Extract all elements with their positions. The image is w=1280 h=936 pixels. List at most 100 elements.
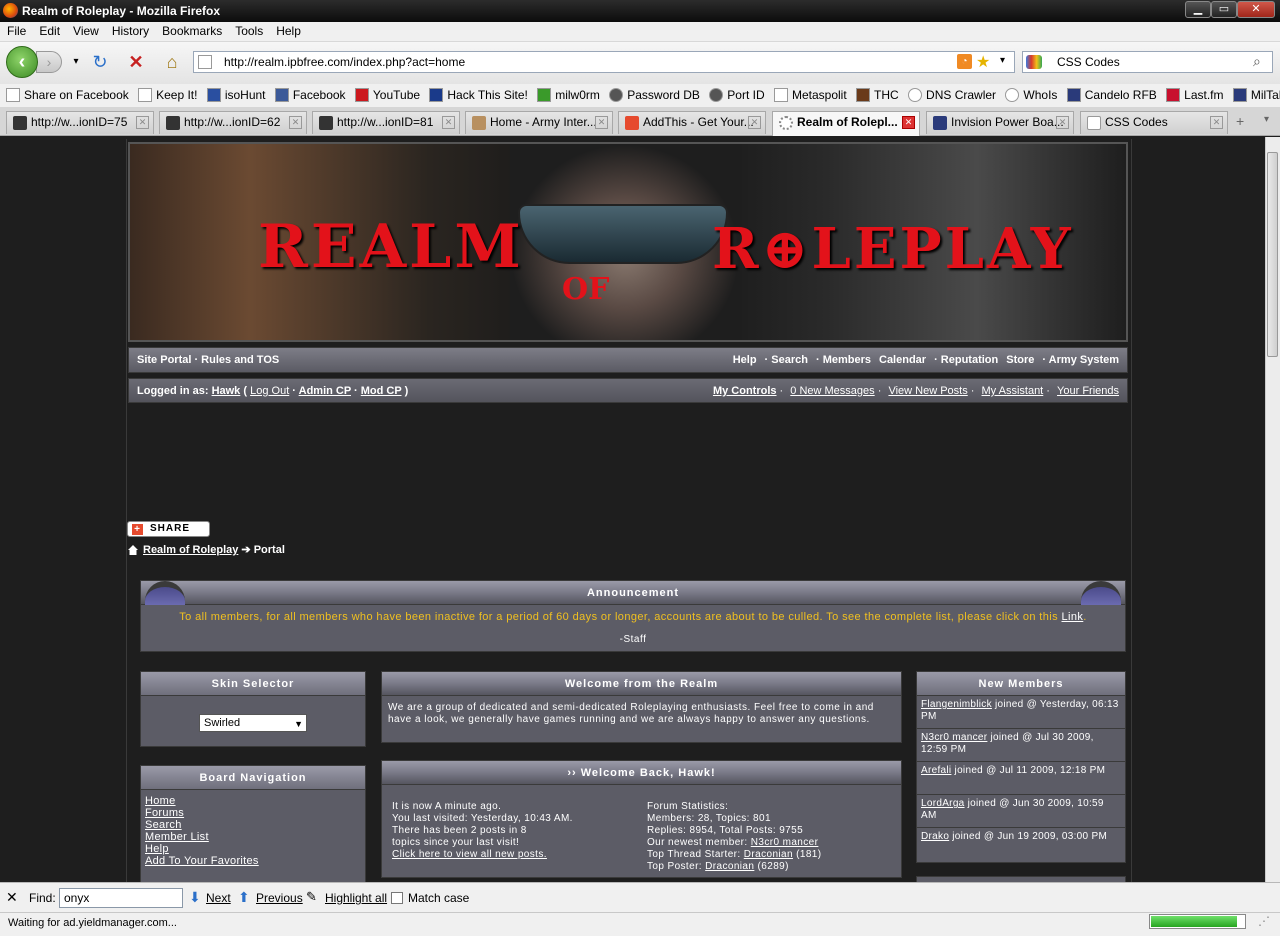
- bookmark-item[interactable]: MilTalk: [1232, 84, 1280, 106]
- board-nav-forums[interactable]: Forums: [145, 807, 365, 819]
- highlight-all-button[interactable]: Highlight all: [325, 891, 387, 905]
- url-dropdown-icon[interactable]: ▾: [1000, 55, 1005, 66]
- newest-member-link[interactable]: N3cr0 mancer: [751, 837, 819, 848]
- minimize-button[interactable]: ▁: [1185, 1, 1211, 18]
- scrollbar-thumb[interactable]: [1267, 152, 1278, 357]
- nav-search[interactable]: · Search: [765, 354, 808, 366]
- board-nav-favorites[interactable]: Add To Your Favorites: [145, 855, 365, 867]
- close-tab-icon[interactable]: ✕: [289, 116, 302, 129]
- find-next-button[interactable]: Next: [206, 891, 231, 905]
- bookmark-item[interactable]: Port ID: [709, 84, 765, 106]
- bookmark-item[interactable]: DNS Crawler: [908, 84, 996, 106]
- tab[interactable]: CSS Codes ✕: [1080, 111, 1228, 134]
- bookmark-item[interactable]: THC: [856, 84, 899, 106]
- tab-active[interactable]: Realm of Rolepl... ✕: [772, 111, 920, 136]
- rss-icon[interactable]: ◔: [957, 54, 972, 69]
- new-messages-link[interactable]: 0 New Messages: [790, 385, 874, 397]
- bookmark-item[interactable]: Password DB: [609, 84, 700, 106]
- board-nav-search[interactable]: Search: [145, 819, 365, 831]
- match-case-label[interactable]: Match case: [408, 891, 469, 905]
- history-dropdown-icon[interactable]: ▾: [64, 51, 88, 73]
- home-icon[interactable]: ⌂: [160, 51, 184, 73]
- nav-calendar[interactable]: Calendar: [879, 354, 926, 366]
- menu-bookmarks[interactable]: Bookmarks: [155, 22, 228, 38]
- menu-view[interactable]: View: [66, 22, 105, 38]
- tab[interactable]: Home - Army Inter... ✕: [465, 111, 613, 134]
- bookmark-item[interactable]: YouTube: [354, 84, 420, 106]
- find-previous-button[interactable]: Previous: [256, 891, 303, 905]
- nav-store[interactable]: Store: [1006, 354, 1034, 366]
- tab-list-icon[interactable]: ▾: [1264, 114, 1269, 125]
- arrow-up-icon[interactable]: ⬆: [238, 889, 250, 906]
- bookmark-item[interactable]: WhoIs: [1005, 84, 1057, 106]
- maximize-button[interactable]: ▭: [1211, 1, 1237, 18]
- tab[interactable]: http://w...ionID=62 ✕: [159, 111, 307, 134]
- my-controls-link[interactable]: My Controls: [713, 385, 777, 397]
- forward-button[interactable]: ›: [36, 51, 62, 73]
- site-portal-link[interactable]: Site Portal · Rules and TOS: [137, 354, 279, 366]
- top-thread-starter-link[interactable]: Draconian: [744, 849, 793, 860]
- view-new-posts-link[interactable]: Click here to view all new posts.: [392, 849, 547, 860]
- admin-cp-link[interactable]: Admin CP: [299, 385, 351, 397]
- menu-history[interactable]: History: [105, 22, 155, 38]
- close-tab-icon[interactable]: ✕: [1210, 116, 1223, 129]
- bookmark-item[interactable]: Last.fm: [1166, 84, 1224, 106]
- member-link[interactable]: Drako: [921, 831, 949, 842]
- member-link[interactable]: Arefali: [921, 765, 951, 776]
- share-button[interactable]: + SHARE: [127, 521, 210, 537]
- star-icon[interactable]: ★: [976, 52, 990, 72]
- top-poster-link[interactable]: Draconian: [705, 861, 754, 872]
- find-input[interactable]: onyx: [59, 888, 183, 908]
- menu-edit[interactable]: Edit: [32, 22, 66, 38]
- magnifier-icon[interactable]: ⌕: [1253, 53, 1261, 70]
- match-case-checkbox[interactable]: [391, 892, 403, 904]
- stop-icon[interactable]: ✕: [124, 51, 148, 73]
- close-tab-icon[interactable]: ✕: [748, 116, 761, 129]
- bookmark-item[interactable]: Facebook: [274, 84, 346, 106]
- close-tab-icon[interactable]: ✕: [595, 116, 608, 129]
- member-link[interactable]: Flangenimblick: [921, 699, 992, 710]
- tab[interactable]: http://w...ionID=75 ✕: [6, 111, 154, 134]
- highlighter-icon[interactable]: ✎: [306, 889, 317, 905]
- bookmark-item[interactable]: isoHunt: [206, 84, 266, 106]
- mod-cp-link[interactable]: Mod CP: [361, 385, 402, 397]
- url-bar[interactable]: http://realm.ipbfree.com/index.php?act=h…: [193, 51, 1015, 73]
- bookmark-item[interactable]: Share on Facebook: [6, 84, 129, 106]
- nav-members[interactable]: · Members: [816, 354, 871, 366]
- tab[interactable]: Invision Power Boa... ✕: [926, 111, 1074, 134]
- close-find-icon[interactable]: ✕: [6, 889, 18, 906]
- google-icon[interactable]: [1026, 55, 1042, 69]
- close-window-button[interactable]: ✕: [1237, 1, 1275, 18]
- nav-army-system[interactable]: · Army System: [1042, 354, 1119, 366]
- back-button[interactable]: ‹: [6, 46, 38, 78]
- menu-help[interactable]: Help: [269, 22, 307, 38]
- close-tab-icon[interactable]: ✕: [1056, 116, 1069, 129]
- search-input[interactable]: CSS Codes: [1022, 51, 1273, 73]
- bookmark-item[interactable]: milw0rm: [537, 84, 600, 106]
- close-tab-icon[interactable]: ✕: [442, 116, 455, 129]
- menu-file[interactable]: File: [0, 22, 32, 38]
- your-friends-link[interactable]: Your Friends: [1057, 385, 1119, 397]
- close-tab-icon[interactable]: ✕: [136, 116, 149, 129]
- nav-help[interactable]: Help: [733, 354, 757, 366]
- tab[interactable]: AddThis - Get Your... ✕: [618, 111, 766, 134]
- new-tab-button[interactable]: +: [1236, 113, 1244, 129]
- my-assistant-link[interactable]: My Assistant: [982, 385, 1044, 397]
- nav-reputation[interactable]: · Reputation: [934, 354, 998, 366]
- bookmark-item[interactable]: Metaspolit: [773, 84, 847, 106]
- bookmark-item[interactable]: Keep It!: [138, 84, 197, 106]
- logout-link[interactable]: Log Out: [250, 385, 289, 397]
- menu-tools[interactable]: Tools: [228, 22, 269, 38]
- member-link[interactable]: N3cr0 mancer: [921, 732, 987, 743]
- skin-select[interactable]: Swirled ▼: [199, 714, 307, 732]
- member-link[interactable]: LordArga: [921, 798, 965, 809]
- board-nav-member-list[interactable]: Member List: [145, 831, 365, 843]
- board-nav-help[interactable]: Help: [145, 843, 365, 855]
- view-new-posts-link[interactable]: View New Posts: [888, 385, 967, 397]
- close-tab-icon[interactable]: ✕: [902, 116, 915, 129]
- arrow-down-icon[interactable]: ⬇: [189, 889, 201, 906]
- bookmark-item[interactable]: Hack This Site!: [429, 84, 528, 106]
- reload-icon[interactable]: ↻: [88, 51, 112, 73]
- announcement-link[interactable]: Link: [1062, 611, 1084, 623]
- username-link[interactable]: Hawk: [212, 385, 241, 397]
